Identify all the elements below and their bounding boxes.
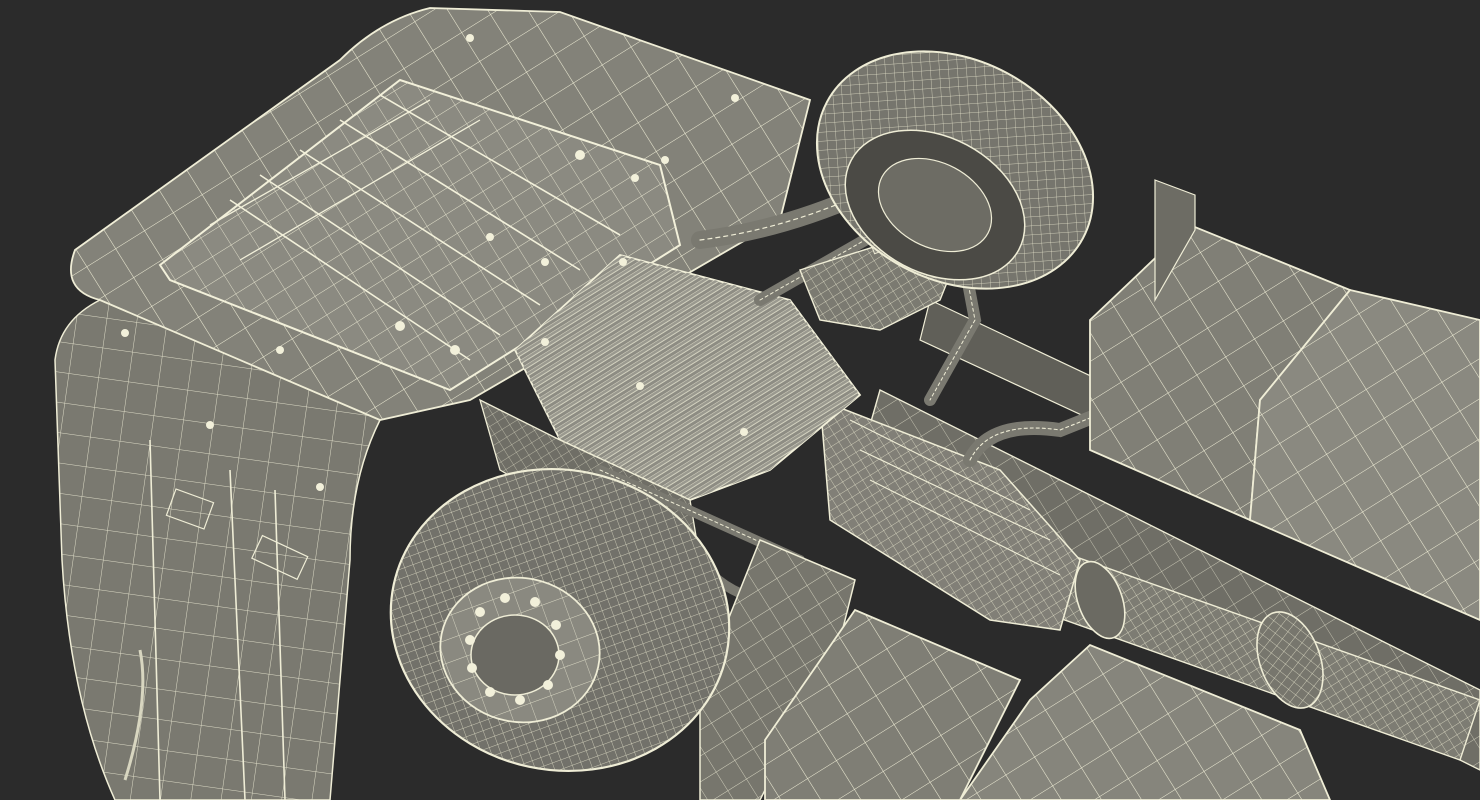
wireframe-render-canvas (54, 7, 1480, 800)
